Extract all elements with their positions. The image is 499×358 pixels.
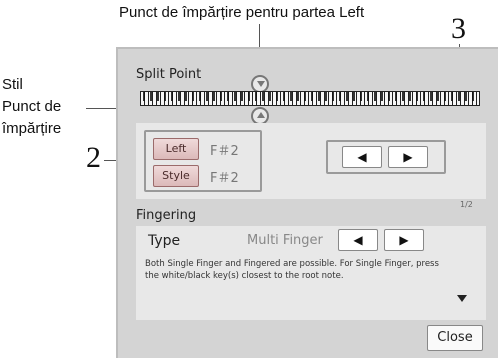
scroll-down-icon[interactable]: [457, 295, 467, 302]
style-part-button[interactable]: Style: [153, 165, 199, 187]
type-decrease-button[interactable]: ◀: [338, 229, 378, 251]
callout-style-label-2: Punct de: [2, 98, 62, 115]
split-arrow-group: ◀ ▶: [326, 140, 446, 174]
callout-style-label-1: Stil: [2, 76, 23, 93]
page-indicator: 1/2: [460, 200, 473, 209]
callout-left-split-label: Punct de împărțire pentru partea Left: [119, 4, 365, 21]
fingering-title: Fingering: [136, 208, 197, 223]
callout-number-2: 2: [86, 141, 101, 174]
callout-number-3: 3: [451, 12, 466, 45]
dialog-title: Split Point: [136, 67, 202, 82]
type-value: Multi Finger: [247, 233, 323, 248]
split-point-dialog: Split Point Left F＃2 Style F＃2 ◀ ▶ 1/2 F…: [116, 47, 498, 358]
type-increase-button[interactable]: ▶: [384, 229, 424, 251]
fingering-description: Both Single Finger and Fingered are poss…: [145, 259, 439, 281]
left-part-button[interactable]: Left: [153, 138, 199, 160]
style-split-value: F＃2: [210, 171, 239, 186]
split-decrease-button[interactable]: ◀: [342, 146, 382, 168]
part-selection-group: Left F＃2 Style F＃2: [144, 130, 262, 192]
callout-style-label-3: împărțire: [2, 120, 62, 137]
type-label: Type: [148, 233, 181, 249]
split-settings-box: Left F＃2 Style F＃2 ◀ ▶: [136, 123, 486, 199]
left-split-value: F＃2: [210, 144, 239, 159]
keyboard-graphic[interactable]: [140, 91, 480, 106]
close-button[interactable]: Close: [427, 325, 483, 351]
fingering-box: Type Multi Finger ◀ ▶ Both Single Finger…: [136, 226, 486, 320]
split-increase-button[interactable]: ▶: [388, 146, 428, 168]
black-keys: [141, 92, 479, 101]
